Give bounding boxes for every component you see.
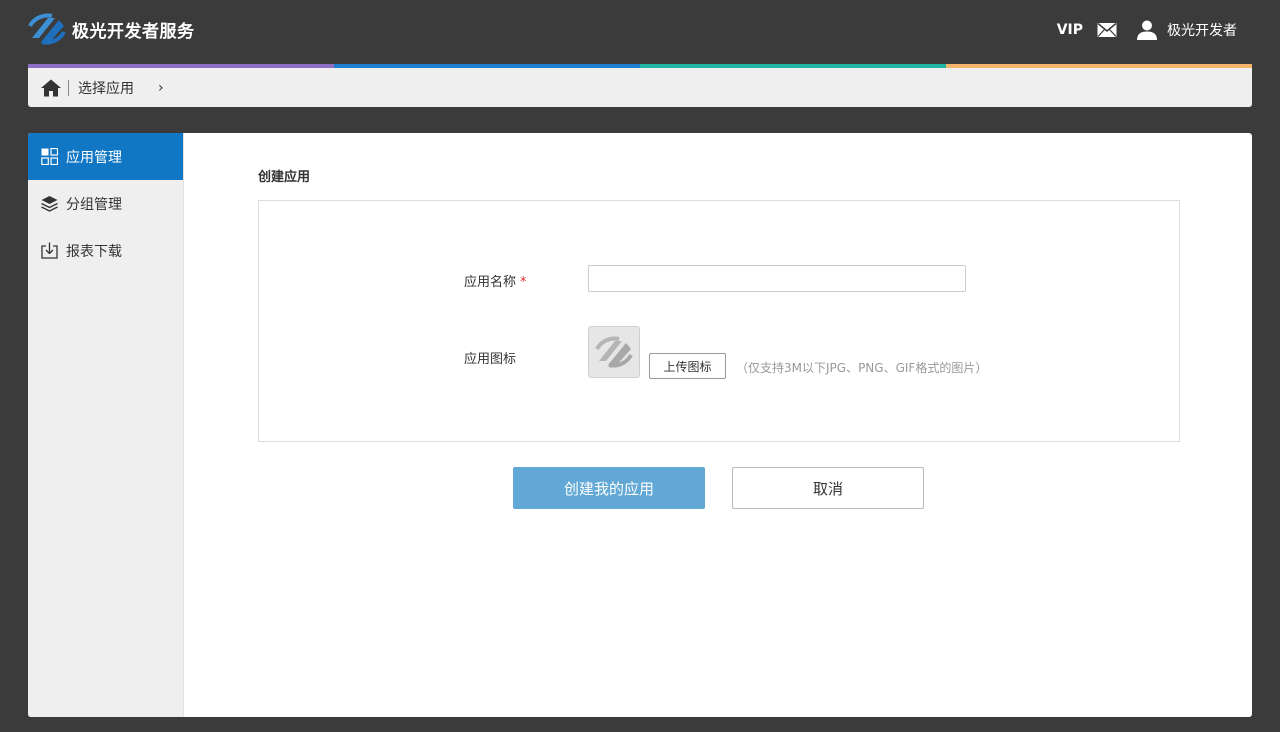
create-app-button[interactable]: 创建我的应用 <box>513 467 705 509</box>
breadcrumb-divider <box>68 79 69 96</box>
section-title: 创建应用 <box>258 170 311 185</box>
upload-hint: （仅支持3M以下JPG、PNG、GIF格式的图片） <box>736 361 988 375</box>
brand-name: 极光开发者服务 <box>72 21 195 42</box>
breadcrumb: 选择应用 › <box>28 68 1252 107</box>
download-icon <box>41 242 58 259</box>
cancel-button[interactable]: 取消 <box>732 467 924 509</box>
username[interactable]: 极光开发者 <box>1167 20 1237 40</box>
sidebar-item-label: 分组管理 <box>66 196 122 213</box>
app-name-label-text: 应用名称 <box>464 275 517 290</box>
upload-icon-button[interactable]: 上传图标 <box>649 353 726 379</box>
top-header: 极光开发者服务 VIP 极光开发者 <box>0 0 1280 64</box>
required-mark: * <box>520 275 527 290</box>
sidebar-item-label: 应用管理 <box>66 149 122 166</box>
sidebar: 应用管理 分组管理 报表下载 <box>28 133 184 717</box>
vip-link[interactable]: VIP <box>1057 22 1083 38</box>
app-name-label: 应用名称 * <box>464 271 527 290</box>
placeholder-logo-icon <box>595 336 633 368</box>
home-icon[interactable] <box>41 79 61 97</box>
sidebar-item-label: 报表下载 <box>66 243 122 260</box>
breadcrumb-select-app[interactable]: 选择应用 <box>78 78 134 98</box>
sidebar-item-app-management[interactable]: 应用管理 <box>28 133 183 180</box>
app-icon-preview <box>588 326 640 378</box>
chevron-right-icon[interactable]: › <box>158 80 164 96</box>
main-panel: 应用管理 分组管理 报表下载 创建应用 应用名称 * 应用图标 上传图标 （仅支… <box>28 133 1252 717</box>
header-actions: VIP 极光开发者 <box>1057 20 1237 40</box>
sidebar-item-report-download[interactable]: 报表下载 <box>28 227 183 274</box>
grid-icon <box>41 148 58 165</box>
jiguang-logo-icon <box>28 13 66 45</box>
brand[interactable]: 极光开发者服务 <box>28 12 195 46</box>
app-name-input[interactable] <box>588 265 966 292</box>
create-app-form: 应用名称 * 应用图标 上传图标 （仅支持3M以下JPG、PNG、GIF格式的图片… <box>258 200 1180 442</box>
app-icon-label: 应用图标 <box>464 352 517 367</box>
user-icon[interactable] <box>1137 20 1157 40</box>
sidebar-item-group-management[interactable]: 分组管理 <box>28 180 183 227</box>
layers-icon <box>41 196 58 212</box>
mail-icon[interactable] <box>1097 22 1117 38</box>
